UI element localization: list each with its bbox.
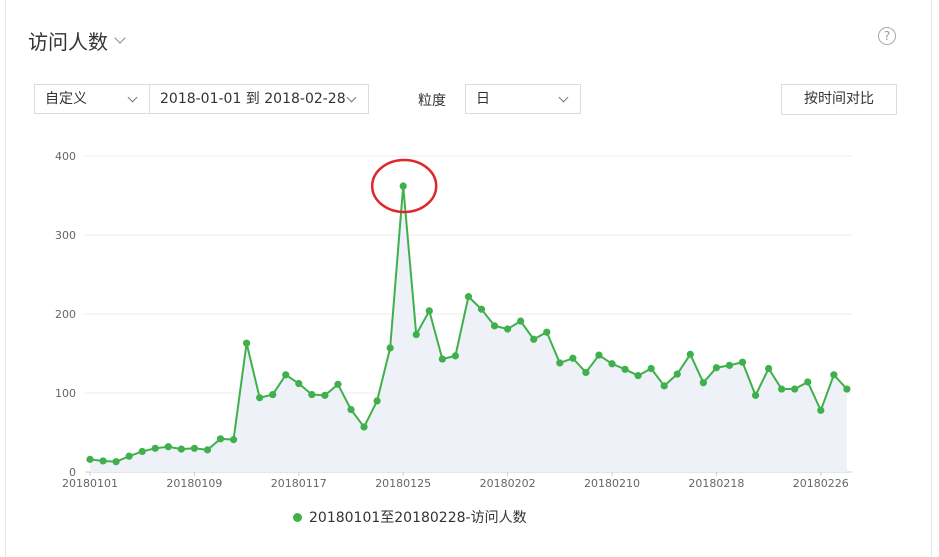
data-point [830,371,838,379]
data-point [634,372,642,380]
data-point [295,379,303,388]
x-tick-label: 20180101 [62,477,118,490]
data-point [112,458,120,466]
x-tick-label: 20180109 [166,477,222,490]
data-point [621,365,629,373]
data-point [151,444,159,452]
data-point [203,446,212,454]
data-point [308,390,316,399]
data-point [712,364,721,372]
data-point [817,406,825,414]
data-point [751,391,760,399]
data-point [412,330,420,339]
data-point [647,364,655,373]
x-tick-label: 20180218 [688,477,744,490]
x-tick-label: 20180210 [584,477,640,490]
data-point [190,444,198,452]
data-point [464,293,473,301]
data-point [738,358,747,366]
data-point [595,351,603,359]
data-point [177,445,185,453]
data-point [125,452,133,460]
data-point [243,339,251,347]
data-point [321,391,329,399]
data-point [256,394,264,402]
x-tick-label: 20180226 [793,477,849,490]
data-point [699,379,707,387]
data-point [438,355,446,363]
data-point [517,317,525,325]
data-point [791,385,799,393]
x-tick-label: 20180117 [271,477,327,490]
area-fill [90,186,847,472]
x-tick-label: 20180125 [375,477,431,490]
data-point [660,382,668,390]
legend-marker [293,512,302,522]
data-point [216,435,225,443]
data-point [725,361,734,369]
data-point [569,354,577,362]
data-point [138,447,146,456]
data-point [373,397,381,405]
data-point [765,364,773,373]
y-tick-label: 300 [55,229,76,242]
data-point [477,305,486,313]
data-point [608,360,616,368]
y-tick-label: 400 [55,150,76,163]
data-point [399,182,407,190]
data-point [543,328,551,336]
x-axis-ticks: 20180101 20180109 20180117 20180125 20180202… [62,472,849,490]
data-point [86,455,94,463]
data-point [673,370,681,378]
data-point [843,385,851,393]
data-point [804,378,812,386]
legend-label: 20180101至20180228-访问人数 [309,510,527,526]
y-axis-ticks: 0100200300400 [55,150,76,479]
chart-area [90,186,847,472]
data-point [451,352,459,360]
data-point [360,423,368,431]
line-chart: 0100200300400 20180101 20180109 20180117 20… [55,150,852,490]
data-point [686,350,694,358]
chart-legend[interactable]: 20180101至20180228-访问人数 [293,507,527,527]
data-point [530,335,538,343]
data-point [582,368,590,377]
data-point [504,325,512,333]
data-point [282,371,290,379]
x-tick-label: 20180202 [480,477,536,490]
y-tick-label: 100 [55,387,76,400]
data-point [229,436,238,444]
y-tick-label: 200 [55,308,76,321]
data-point [269,390,277,399]
data-point [386,344,394,352]
data-point [347,405,355,414]
data-point [425,307,433,315]
data-point [164,443,172,451]
data-point [778,385,786,393]
data-point [99,457,107,465]
data-point [490,322,499,330]
data-point [334,380,342,388]
data-point [556,359,564,367]
